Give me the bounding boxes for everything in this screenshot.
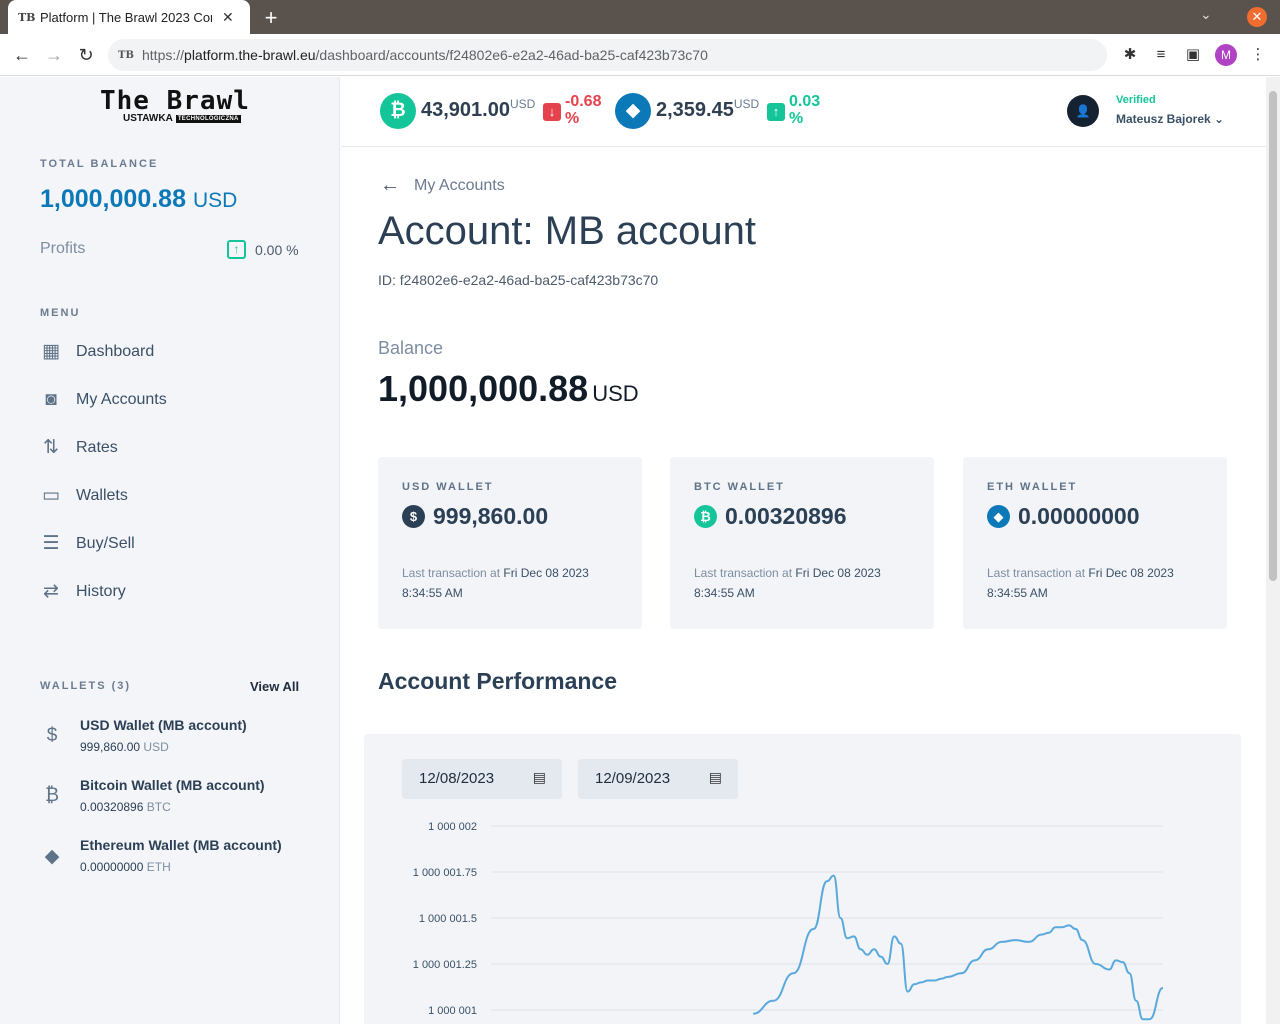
wallet-item-usd[interactable]: $ USD Wallet (MB account) 999,860.00 USD	[40, 717, 320, 759]
extensions-icon[interactable]: ✱	[1120, 45, 1140, 65]
profits-value: ↑ 0.00 %	[227, 240, 299, 259]
window-close-button[interactable]: ✕	[1247, 7, 1267, 27]
brand-logo[interactable]: The Brawl USTAWKA TECHNOLOGICZNA	[100, 87, 260, 124]
user-avatar[interactable]: 👤	[1067, 95, 1099, 127]
view-all-link[interactable]: View All	[250, 679, 299, 694]
total-balance-value: 1,000,000.88 USD	[40, 185, 238, 213]
total-balance-label: TOTAL BALANCE	[40, 158, 159, 170]
performance-chart-card: 12/08/2023 ▤ 12/09/2023 ▤ 1 000 002 1 000…	[364, 734, 1241, 1024]
wallet-item-eth[interactable]: ◆ Ethereum Wallet (MB account) 0.0000000…	[40, 837, 320, 879]
coins-icon: ☰	[42, 533, 60, 554]
sidebar-item-my-accounts[interactable]: ◙ My Accounts	[40, 386, 166, 414]
scrollbar-thumb[interactable]	[1269, 91, 1277, 581]
eth-wallet-card[interactable]: ETH WALLET ◆ 0.00000000 Last transaction …	[963, 457, 1227, 629]
user-menu[interactable]: Mateusz Bajorek ⌄	[1116, 112, 1224, 126]
site-info-icon[interactable]: TB	[118, 50, 142, 61]
grid-icon: ▦	[42, 341, 60, 362]
reload-icon[interactable]: ↻	[74, 43, 98, 67]
tab-search-icon[interactable]: ⌄	[1200, 6, 1212, 23]
side-panel-icon[interactable]: ▣	[1183, 45, 1203, 65]
balance-label: Balance	[378, 338, 444, 358]
wallet-icon: ▭	[42, 485, 60, 506]
dollar-icon: $	[402, 505, 425, 528]
address-bar[interactable]: TB https://platform.the-brawl.eu/dashboa…	[108, 39, 1107, 71]
bitcoin-icon: ₿	[694, 505, 717, 528]
page-scrollbar[interactable]	[1266, 77, 1280, 1024]
arrow-up-icon: ↑	[767, 103, 785, 121]
bitcoin-icon: ₿	[44, 785, 60, 806]
sidebar-item-history[interactable]: ⇄ History	[40, 578, 126, 606]
btc-price: 43,901.00USD	[421, 97, 536, 121]
y-tick-label: 1 000 001.5	[419, 913, 477, 925]
page-title: Account: MB account	[378, 209, 756, 253]
arrow-down-icon: ↓	[543, 103, 561, 121]
arrows-updown-icon: ⇅	[43, 437, 59, 458]
back-arrow-icon[interactable]: ←	[380, 174, 400, 197]
ethereum-icon: ◆	[987, 505, 1010, 528]
browser-tab[interactable]: TB Platform | The Brawl 2023 Competition…	[8, 0, 250, 34]
y-tick-label: 1 000 001	[428, 1005, 477, 1017]
account-id: ID: f24802e6-e2a2-46ad-ba25-caf423b73c70	[378, 272, 659, 288]
sidebar-item-rates[interactable]: ⇅ Rates	[40, 434, 118, 462]
verified-badge: Verified	[1116, 94, 1156, 106]
forward-icon[interactable]: →	[42, 43, 66, 67]
y-tick-label: 1 000 001.25	[413, 959, 477, 971]
wallets-label: WALLETS (3)	[40, 680, 132, 692]
usd-wallet-card[interactable]: USD WALLET $999,860.00 Last transaction …	[378, 457, 642, 629]
sidebar-item-wallets[interactable]: ▭ Wallets	[40, 482, 128, 510]
media-control-icon[interactable]: ≡	[1151, 45, 1171, 65]
arrow-up-icon: ↑	[227, 240, 246, 259]
close-tab-icon[interactable]: ✕	[222, 9, 234, 26]
wallet-item-btc[interactable]: ₿ Bitcoin Wallet (MB account) 0.00320896…	[40, 777, 320, 819]
eth-change: 0.03 %	[789, 93, 821, 127]
back-link[interactable]: My Accounts	[414, 177, 505, 195]
dollar-icon: $	[46, 725, 58, 746]
repeat-icon: ⇄	[43, 581, 59, 602]
sidebar-item-dashboard[interactable]: ▦ Dashboard	[40, 338, 154, 366]
performance-line-chart: 1 000 002 1 000 001.75 1 000 001.5 1 000 00…	[413, 821, 1164, 1021]
new-tab-button[interactable]: +	[260, 5, 282, 31]
y-tick-label: 1 000 001.75	[413, 867, 477, 879]
browser-tabstrip: TB Platform | The Brawl 2023 Competition…	[0, 0, 1280, 34]
browser-toolbar: ← → ↻ TB https://platform.the-brawl.eu/d…	[0, 34, 1280, 76]
profile-avatar[interactable]: M	[1215, 44, 1237, 66]
top-header: ₿ 43,901.00USD ↓ -0.68 % ◆ 2,359.45USD ↑…	[341, 77, 1266, 147]
ethereum-icon: ◆	[615, 93, 651, 129]
tab-title: Platform | The Brawl 2023 Competition	[40, 9, 212, 25]
btc-change: -0.68 %	[565, 93, 602, 127]
favicon-icon: TB	[18, 10, 36, 24]
y-tick-label: 1 000 002	[428, 821, 477, 833]
menu-label: MENU	[40, 307, 81, 319]
series-line	[752, 874, 1164, 1021]
profits-label: Profits	[40, 240, 86, 257]
bitcoin-icon: ₿	[380, 93, 416, 129]
balance-value: 1,000,000.88 USD	[378, 368, 639, 409]
performance-title: Account Performance	[378, 668, 618, 694]
browser-menu-icon[interactable]: ⋮	[1248, 45, 1268, 65]
ethereum-icon: ◆	[44, 846, 60, 867]
chevron-down-icon: ⌄	[1214, 112, 1225, 126]
sidebar: The Brawl USTAWKA TECHNOLOGICZNA TOTAL BA…	[0, 77, 340, 1024]
eth-price: 2,359.45USD	[656, 97, 760, 121]
sidebar-item-buy-sell[interactable]: ☰ Buy/Sell	[40, 530, 134, 558]
user-circle-icon: ◙	[45, 389, 57, 410]
back-icon[interactable]: ←	[10, 43, 34, 67]
url-text: https://platform.the-brawl.eu/dashboard/…	[142, 47, 708, 63]
btc-wallet-card[interactable]: BTC WALLET ₿ 0.00320896 Last transaction …	[670, 457, 934, 629]
